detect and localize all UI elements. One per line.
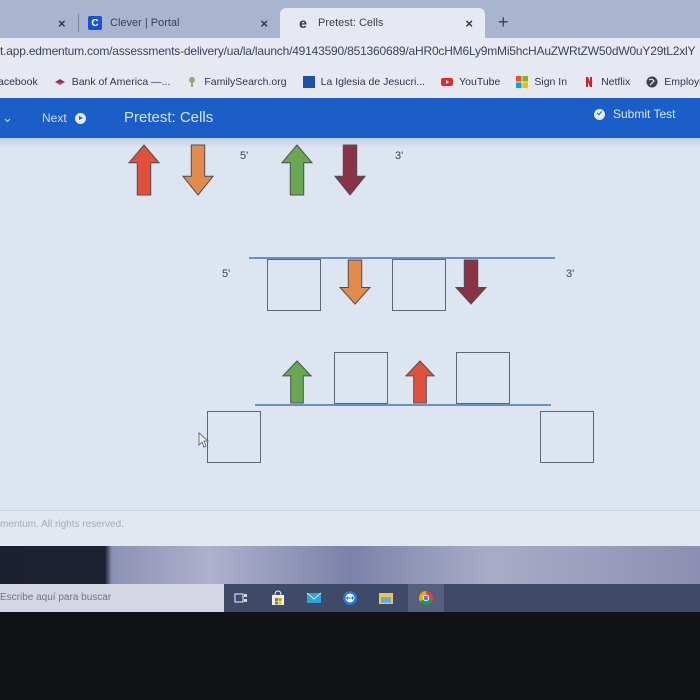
arrow-down-shape [339, 259, 371, 305]
bottom-strand-line [255, 404, 551, 406]
teamviewer-icon[interactable] [342, 590, 358, 606]
red-up-arrow[interactable] [128, 144, 160, 196]
familysearch-icon [189, 77, 196, 87]
close-icon[interactable]: × [58, 16, 66, 31]
bookmark-label: YouTube [459, 76, 501, 88]
tab-clever-portal[interactable]: C Clever | Portal × [84, 8, 280, 38]
desktop-wallpaper [0, 546, 700, 584]
close-icon[interactable]: × [260, 16, 268, 31]
new-tab-button[interactable]: + [498, 12, 509, 33]
page-footer: mentum. All rights reserved. [0, 510, 700, 546]
arrow-down-shape [182, 144, 214, 196]
bookmark-la-iglesia[interactable]: La Iglesia de Jesucri... [302, 76, 426, 88]
screen: × C Clever | Portal × e Pretest: Cells ×… [0, 0, 700, 700]
tab-title: Pretest: Cells [318, 17, 384, 29]
mouse-cursor-icon [198, 432, 210, 448]
top-strand-maroon-down-arrow [455, 259, 487, 305]
arrow-up-shape [281, 144, 313, 196]
bookmark-youtube[interactable]: YouTube [441, 76, 500, 88]
bookmarks-bar: acebook Bank of America —... FamilySearc… [0, 66, 700, 98]
arrow-right-circle-icon [74, 112, 86, 124]
five-prime-label: 5' [240, 150, 249, 162]
bookmark-familysearch[interactable]: FamilySearch.org [186, 76, 287, 88]
bottom-strand-three-prime-slot[interactable] [540, 411, 594, 463]
next-button[interactable]: Next [42, 111, 86, 125]
copyright-text: mentum. All rights reserved. [0, 519, 124, 530]
maroon-down-arrow[interactable] [334, 144, 366, 196]
bookmark-label: FamilySearch.org [204, 76, 287, 88]
three-prime-label: 3' [395, 150, 404, 162]
arrow-up-shape [128, 144, 160, 196]
globe-icon [646, 76, 658, 88]
bank-of-america-icon [54, 79, 65, 85]
submit-test-button[interactable]: Submit Test [594, 107, 675, 121]
top-strand-drop-slot-1[interactable] [267, 259, 321, 311]
check-circle-icon [594, 108, 605, 120]
tab-pretest-cells[interactable]: e Pretest: Cells × [280, 8, 485, 38]
bottom-strand-green-up-arrow [282, 360, 312, 404]
bookmark-label: acebook [0, 76, 38, 88]
bookmark-sign-in[interactable]: Sign In [516, 76, 567, 88]
arrow-up-shape [405, 360, 435, 404]
assessment-toolbar: ⌄ Next Pretest: Cells Submit Test [0, 98, 700, 138]
mail-icon[interactable] [306, 590, 322, 606]
bookmark-facebook[interactable]: acebook [0, 76, 38, 88]
tab-title: Clever | Portal [110, 17, 180, 29]
bookmark-label: Bank of America —... [71, 76, 171, 88]
tab-separator [78, 14, 79, 32]
clever-icon: C [88, 16, 102, 30]
arrow-down-shape [455, 259, 487, 305]
arrow-down-shape [334, 144, 366, 196]
bottom-strand-drop-slot-1[interactable] [334, 352, 388, 404]
address-bar[interactable]: t.app.edmentum.com/assessments-delivery/… [0, 38, 700, 66]
search-placeholder: Escribe aquí para buscar [0, 592, 112, 603]
question-area: 5' 3' 5' 3' [0, 138, 700, 510]
bookmark-employee-portal[interactable]: Employee Po [646, 76, 700, 88]
church-icon [302, 76, 315, 88]
netflix-icon [586, 77, 593, 87]
microsoft-icon [516, 76, 529, 88]
taskbar-search-box[interactable]: Escribe aquí para buscar [0, 584, 224, 612]
monitor-bezel [0, 612, 700, 700]
store-icon[interactable] [270, 590, 286, 606]
orange-down-arrow[interactable] [182, 144, 214, 196]
url-text[interactable]: t.app.edmentum.com/assessments-delivery/… [0, 44, 696, 58]
green-up-arrow[interactable] [281, 144, 313, 196]
bookmark-bank-of-america[interactable]: Bank of America —... [54, 76, 171, 88]
file-explorer-icon[interactable] [378, 590, 394, 606]
close-icon[interactable]: × [465, 16, 473, 31]
top-strand-orange-down-arrow [339, 259, 371, 305]
bottom-strand-red-up-arrow [405, 360, 435, 404]
bookmark-netflix[interactable]: Netflix [583, 76, 630, 88]
bookmark-label: Sign In [534, 76, 568, 88]
task-view-icon[interactable] [233, 590, 249, 606]
arrow-up-shape [282, 360, 312, 404]
bookmark-label: La Iglesia de Jesucri... [320, 76, 426, 88]
youtube-icon [441, 78, 454, 86]
browser-tab-strip: × C Clever | Portal × e Pretest: Cells ×… [0, 0, 700, 38]
next-label: Next [42, 111, 67, 125]
bottom-strand-drop-slot-2[interactable] [456, 352, 510, 404]
bookmark-label: Netflix [601, 76, 631, 88]
top-strand-three-prime-label: 3' [566, 268, 575, 280]
edmentum-icon: e [299, 15, 307, 31]
chrome-icon[interactable] [418, 590, 434, 606]
top-strand-drop-slot-2[interactable] [392, 259, 446, 311]
top-strand-five-prime-label: 5' [222, 268, 231, 280]
windows-taskbar: Escribe aquí para buscar [0, 584, 700, 612]
bookmark-label: Employee Po [664, 76, 700, 88]
submit-label: Submit Test [613, 107, 676, 121]
page-title: Pretest: Cells [124, 109, 214, 126]
bottom-strand-five-prime-slot[interactable] [207, 411, 261, 463]
chevron-down-icon[interactable]: ⌄ [2, 110, 13, 126]
